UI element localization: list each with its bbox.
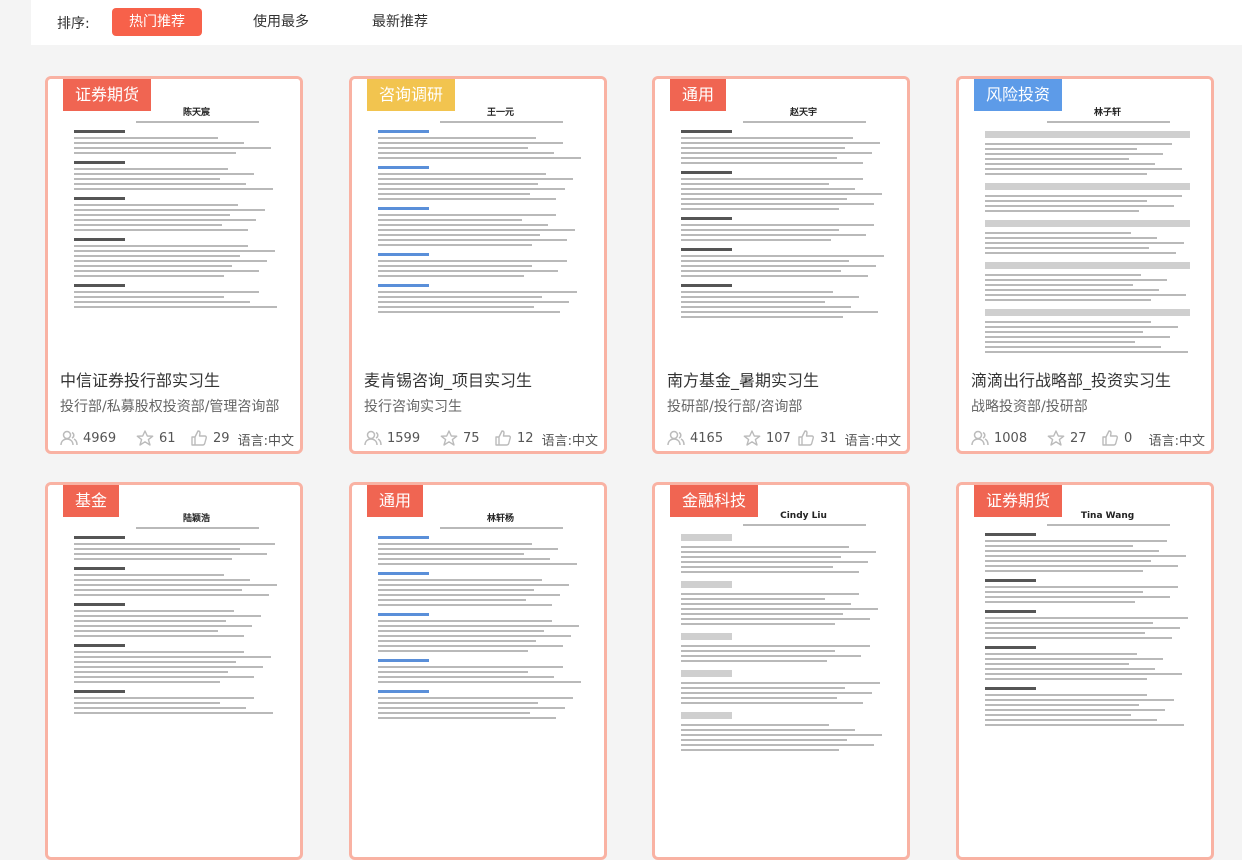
likes-stat[interactable]: 29 [190,430,230,446]
sort-option-newest[interactable]: 最新推荐 [372,8,428,36]
card-stats: 4165 107 31 语言:中文 [667,430,901,450]
views-icon [667,430,685,446]
resume-preview: 王一元 [378,93,583,316]
template-card[interactable]: 林轩杨 通用 [349,482,607,860]
views-count: 1008 [994,430,1028,446]
resume-preview: 林轩杨 [378,499,583,722]
likes-count: 12 [517,430,534,446]
likes-count: 0 [1124,430,1133,446]
favorites-count: 75 [463,430,480,446]
resume-preview: 陈天宸 [74,93,279,311]
card-subtitle: 投行部/私募股权投资部/管理咨询部 [60,399,280,415]
template-card[interactable]: 赵天宇 通用南方基金_暑期实习生投研部/投行部/咨询部 4165 107 31 语言:中文 [652,76,910,454]
language-label: 语言:中文 [844,434,901,449]
card-title[interactable]: 中信证券投行部实习生 [60,367,300,391]
favorites-stat[interactable]: 75 [440,430,480,446]
like-icon [495,430,511,446]
language-label: 语言:中文 [1148,434,1205,449]
resume-name: 陆颖浩 [182,514,210,524]
views-icon [364,430,382,446]
sort-bar: 排序: 热门推荐 使用最多 最新推荐 [31,0,1242,45]
star-icon [440,430,458,446]
resume-thumbnail: Cindy Liu 金融科技 [655,485,907,760]
resume-preview: Tina Wang [985,499,1190,729]
like-icon [798,430,814,446]
views-stat: 1599 [364,430,420,446]
views-icon [971,430,989,446]
likes-count: 31 [820,430,837,446]
card-title[interactable]: 南方基金_暑期实习生 [667,367,907,391]
category-tag: 风险投资 [974,79,1063,111]
star-icon [743,430,761,446]
card-title[interactable]: 滴滴出行战略部_投资实习生 [971,367,1211,391]
template-card[interactable]: 王一元 咨询调研麦肯锡咨询_项目实习生投行咨询实习生 1599 75 12 语言:中文 [349,76,607,454]
language-label: 语言:中文 [237,434,294,449]
card-stats: 1599 75 12 语言:中文 [364,430,598,450]
favorites-count: 107 [766,430,791,446]
resume-thumbnail: 陈天宸 证券期货 [48,79,300,354]
resume-thumbnail: 赵天宇 通用 [655,79,907,354]
category-tag: 金融科技 [670,485,759,517]
resume-thumbnail: Tina Wang 证券期货 [959,485,1211,760]
resume-thumbnail: 王一元 咨询调研 [352,79,604,354]
likes-stat[interactable]: 12 [494,430,534,446]
likes-count: 29 [213,430,230,446]
sort-label: 排序: [57,16,90,32]
category-tag: 咨询调研 [367,79,456,111]
template-card[interactable]: Tina Wang 证券期货 [956,482,1214,860]
sort-option-most-used[interactable]: 使用最多 [253,8,309,36]
sort-option-hot[interactable]: 热门推荐 [112,8,202,36]
template-card[interactable]: 陆颖浩 基金 [45,482,303,860]
category-tag: 通用 [367,485,424,517]
views-stat: 4969 [60,430,116,446]
category-tag: 通用 [670,79,727,111]
card-stats: 4969 61 29 语言:中文 [60,430,294,450]
resume-preview: 陆颖浩 [74,499,279,717]
resume-preview: 赵天宇 [681,93,886,321]
likes-stat[interactable]: 31 [797,430,837,446]
views-icon [60,430,78,446]
card-title[interactable]: 麦肯锡咨询_项目实习生 [364,367,604,391]
template-card[interactable]: Cindy Liu 金融科技 [652,482,910,860]
category-tag: 证券期货 [974,485,1063,517]
resume-name: 林轩杨 [486,514,514,524]
resume-thumbnail: 陆颖浩 基金 [48,485,300,760]
favorites-count: 27 [1070,430,1087,446]
resume-preview: Cindy Liu [681,499,886,754]
language-label: 语言:中文 [541,434,598,449]
card-subtitle: 投研部/投行部/咨询部 [667,399,803,415]
favorites-stat[interactable]: 27 [1047,430,1087,446]
star-icon [1047,430,1065,446]
favorites-stat[interactable]: 61 [136,430,176,446]
views-count: 4165 [690,430,724,446]
likes-stat[interactable]: 0 [1101,430,1132,446]
resume-thumbnail: 林轩杨 通用 [352,485,604,760]
views-stat: 4165 [667,430,723,446]
template-card[interactable]: 陈天宸 证券期货中信证券投行部实习生投行部/私募股权投资部/管理咨询部 4969 61… [45,76,303,454]
category-tag: 证券期货 [63,79,152,111]
views-stat: 1008 [971,430,1027,446]
star-icon [136,430,154,446]
views-count: 1599 [387,430,421,446]
category-tag: 基金 [63,485,120,517]
resume-name: 赵天宇 [789,108,817,118]
card-subtitle: 投行咨询实习生 [364,399,462,415]
card-subtitle: 战略投资部/投研部 [971,399,1088,415]
favorites-count: 61 [159,430,176,446]
like-icon [1102,430,1118,446]
template-card[interactable]: 林子轩 风险投资滴滴出行战略部_投资实习生战略投资部/投研部 1008 27 0 语言:中… [956,76,1214,454]
views-count: 4969 [83,430,117,446]
like-icon [191,430,207,446]
card-stats: 1008 27 0 语言:中文 [971,430,1205,450]
resume-thumbnail: 林子轩 风险投资 [959,79,1211,354]
resume-preview: 林子轩 [985,93,1190,354]
favorites-stat[interactable]: 107 [743,430,791,446]
